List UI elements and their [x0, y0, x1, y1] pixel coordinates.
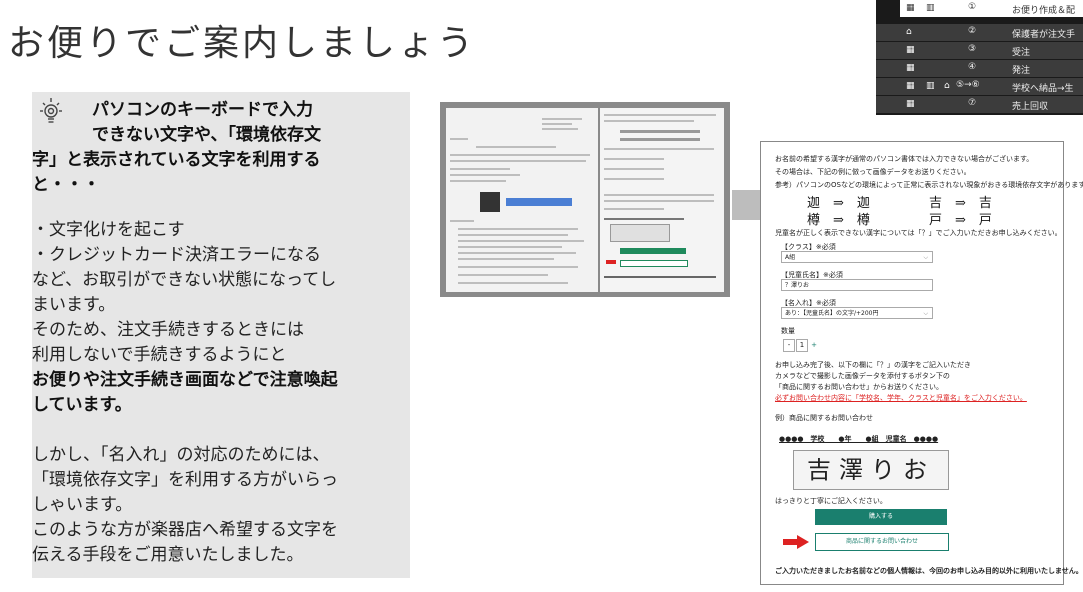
house-icon: ⌂	[944, 81, 950, 91]
step-number: ④	[968, 62, 977, 72]
table-row: ▦ ⑦ 売上回収	[876, 96, 1083, 113]
heading-line: 字」と表示されている文字を利用する	[32, 150, 321, 170]
info-panel: パソコンのキーボードで入力 できない文字や、「環境依存文 字」と表示されている文…	[32, 92, 410, 578]
red-arrow-icon	[783, 535, 809, 549]
calendar-icon: ▦	[906, 81, 915, 91]
info-body: ・文字化けを起こす ・クレジットカード決済エラーになる など、お取引ができない状…	[32, 218, 386, 568]
calendar-icon: ▦	[906, 63, 915, 73]
chevron-down-icon: ⌵	[923, 310, 928, 317]
school-icon: ▥	[926, 81, 935, 91]
privacy-note: ご入力いただきましたお名前などの個人情報は、今回のお申し込み目的以外に利用いたし…	[775, 567, 1083, 575]
thumbnail-right-page	[600, 108, 724, 292]
step-text: 学校へ納品→生	[1012, 84, 1074, 94]
heading-line: パソコンのキーボードで入力	[92, 100, 313, 120]
chevron-down-icon: ⌵	[923, 254, 928, 261]
step-number: ⑦	[968, 98, 977, 108]
step-text: 発注	[1012, 66, 1031, 76]
body-line: ・クレジットカード決済エラーになる	[32, 245, 321, 265]
calendar-icon: ▦	[906, 3, 915, 13]
body-line-bold: お便りや注文手続き画面などで注意喚起	[32, 370, 338, 390]
quantity-stepper[interactable]: -1 +	[783, 339, 820, 352]
notice-line: 参考）パソコンのOSなどの環境によって正常に表示されない現象がおきる環境依存文字…	[775, 181, 1083, 189]
process-table: ▦ ▥ ① お便り作成＆配 ⌂ ② 保護者が注文手 ▦ ③ 受注 稼働 ▦ ④ …	[876, 0, 1083, 115]
step-text: お便り作成＆配	[1012, 6, 1076, 16]
clear-writing-note: はっきりと丁寧にご記入ください。	[775, 497, 887, 505]
table-row: ⌂ ② 保護者が注文手	[876, 24, 1083, 41]
table-row: ▦ ▥ ① お便り作成＆配	[876, 0, 1083, 17]
buy-button[interactable]: 購入する	[815, 509, 947, 525]
school-icon: ▥	[926, 3, 935, 13]
screenshot-thumbnail	[440, 102, 730, 297]
page-title: お便りでご案内しましょう	[8, 23, 477, 64]
kanji-example: 樽 ⇒ 樽	[807, 213, 870, 228]
body-line: 伝える手段をご用意いたしました。	[32, 545, 304, 565]
body-line: このような方が楽器店へ希望する文字を	[32, 520, 338, 540]
body-line-bold: しています。	[32, 395, 132, 415]
quantity-label: 数量	[781, 327, 795, 335]
body-line: そのため、注文手続きするときには	[32, 320, 304, 340]
body-line: など、お取引ができない状態になってし	[32, 270, 337, 290]
heading-line: できない文字や、「環境依存文	[92, 125, 321, 145]
step-text: 受注	[1012, 48, 1031, 58]
step-number: ②	[968, 26, 977, 36]
body-line: ・文字化けを起こす	[32, 220, 185, 240]
step-number: ③	[968, 44, 977, 54]
body-line: 「環境依存文字」を利用する方がいらっ	[32, 470, 338, 490]
step-number: ⑤→⑥	[956, 80, 980, 90]
quantity-value[interactable]: 1	[796, 339, 808, 352]
step-text: 保護者が注文手	[1012, 30, 1076, 40]
name-engraving-select[interactable]: あり：【児童氏名】の文字/+200円 ⌵	[781, 307, 933, 319]
calendar-icon: ▦	[906, 99, 915, 109]
quantity-minus-button[interactable]: -	[783, 339, 795, 352]
thumbnail-left-page	[446, 108, 598, 292]
calendar-icon: ▦	[906, 45, 915, 55]
info-heading: パソコンのキーボードで入力 できない文字や、「環境依存文 字」と表示されている文…	[32, 98, 396, 198]
step-text: 売上回収	[1012, 102, 1049, 112]
instruction-line: お申し込み完了後、以下の欄に「？」の漢字をご記入いただき	[775, 361, 971, 369]
notice-line: お名前の希望する漢字が通常のパソコン書体では入力できない場合がございます。	[775, 155, 1034, 163]
sample-header: ●●●● 学校 ●年 ●組 児童名 ●●●●	[779, 435, 939, 443]
handwritten-sample: 吉澤りお	[793, 450, 949, 490]
table-row: ▦ ③ 受注	[876, 42, 1083, 59]
notice-line: 児童名が正しく表示できない漢字については「？」でご入力いただきお申し込みください…	[775, 229, 1062, 237]
house-icon: ⌂	[906, 27, 912, 37]
step-number: ①	[968, 2, 977, 12]
instruction-line: カメラなどで撮影した画像データを添付するボタン下の	[775, 372, 950, 380]
table-row: ▦ ▥ ⌂ ⑤→⑥ 学校へ納品→生	[876, 78, 1083, 95]
product-inquiry-button[interactable]: 商品に関するお問い合わせ	[815, 533, 949, 551]
example-label: 例）商品に関するお問い合わせ	[775, 414, 873, 422]
body-line: まいます。	[32, 295, 116, 315]
child-name-input[interactable]: ？澤りお	[781, 279, 933, 291]
kanji-example: 戸 ⇒ 戸	[929, 213, 992, 228]
heading-line: と・・・	[32, 175, 100, 195]
body-line: しかし、「名入れ」の対応のためには、	[32, 445, 330, 465]
table-row: ▦ ④ 発注	[876, 60, 1083, 77]
order-form-detail: お名前の希望する漢字が通常のパソコン書体では入力できない場合がございます。 その…	[760, 141, 1083, 585]
quantity-plus-button[interactable]: +	[809, 340, 819, 351]
instruction-warning: 必ずお問い合わせ内容に「学校名、学年、クラスと児童名」をご入力ください。	[775, 394, 1027, 402]
body-line: 利用しないで手続きするようにと	[32, 345, 287, 365]
instruction-line: 「商品に関するお問い合わせ」からお送りください。	[775, 383, 943, 391]
notice-line: その場合は、下記の例に倣って画像データをお送りください。	[775, 168, 971, 176]
body-line: しゃいます。	[32, 495, 133, 515]
class-select[interactable]: A組 ⌵	[781, 251, 933, 263]
